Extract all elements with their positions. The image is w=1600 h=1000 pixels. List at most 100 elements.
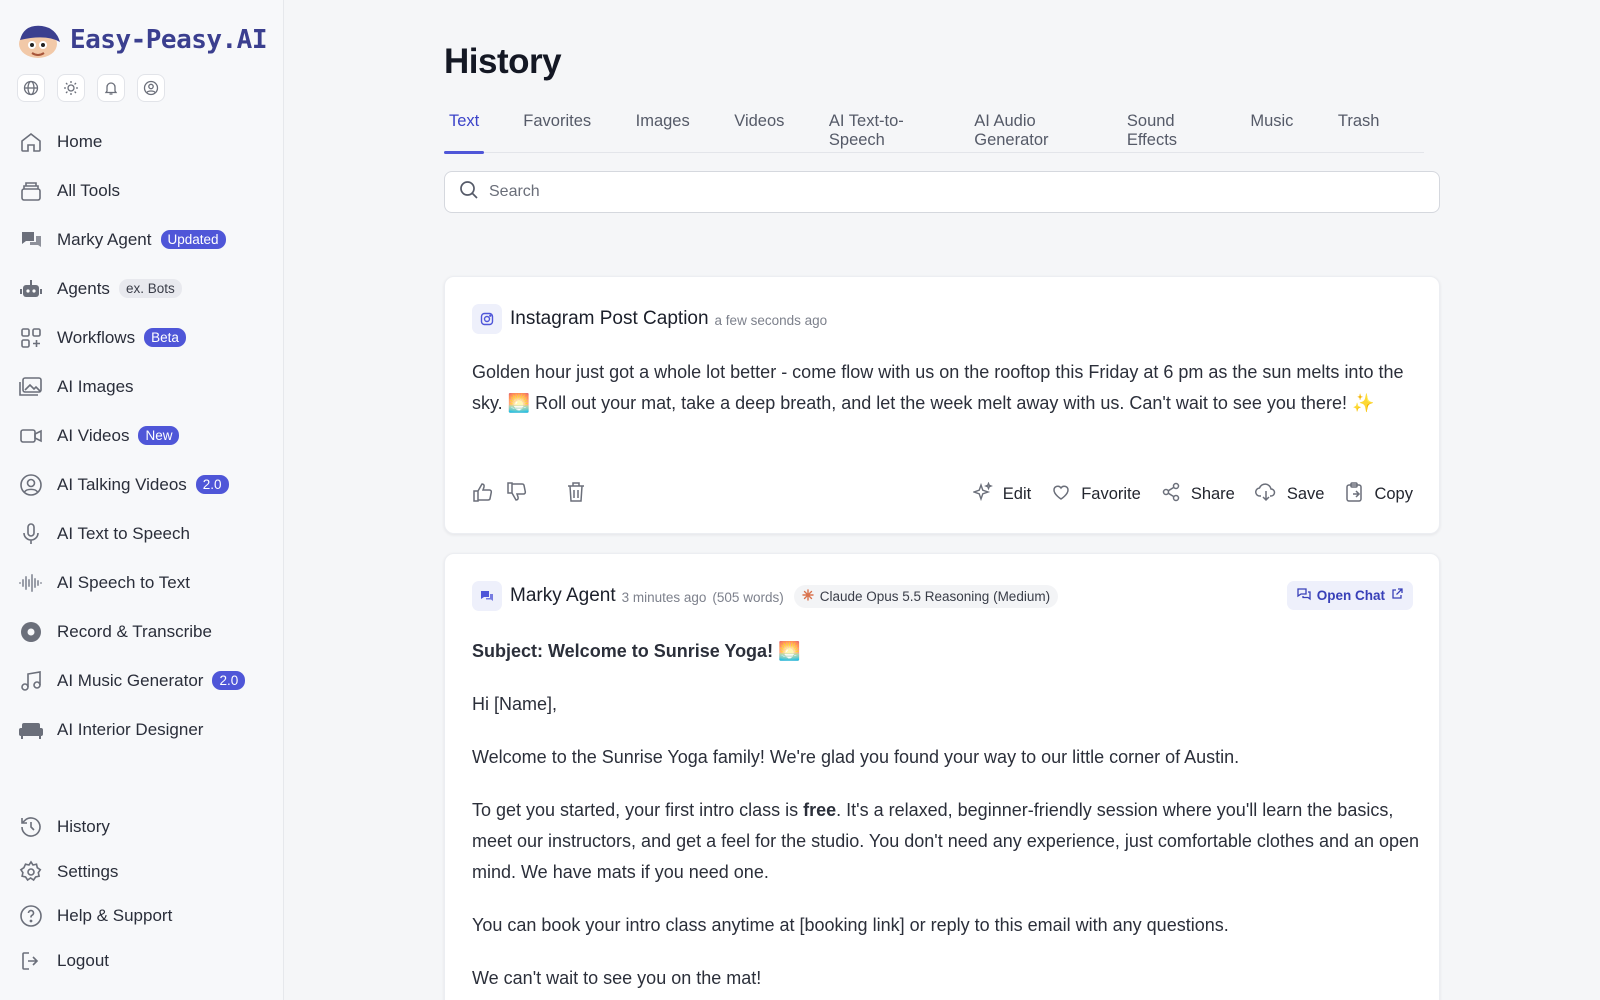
version-badge: 2.0 [212,671,246,690]
favorite-label: Favorite [1081,485,1141,503]
quick-icons [17,74,165,102]
history-card: Instagram Post Caption a few seconds ago… [444,276,1440,534]
sidebar-item-help[interactable]: Help & Support [18,894,268,939]
share-label: Share [1190,485,1235,503]
sidebar-item-ai-speech-to-text[interactable]: AI Speech to Text [18,558,268,607]
new-badge: New [138,426,180,445]
copy-label: Copy [1374,485,1413,503]
sidebar-item-label: AI Talking Videos [57,474,187,494]
sidebar-item-label: AI Speech to Text [57,572,190,592]
sun-icon[interactable] [57,74,85,102]
search-bar [444,171,1440,213]
brand-name: Easy-Peasy.AI [70,25,268,55]
main-content: History Text Favorites Images Videos AI … [284,0,1600,1000]
tool-name[interactable]: Marky Agent [510,585,616,607]
timestamp: 3 minutes ago [621,590,707,605]
sidebar-item-ai-music-generator[interactable]: AI Music Generator 2.0 [18,656,268,705]
sidebar-item-label: Help & Support [57,906,173,926]
sidebar-item-all-tools[interactable]: All Tools [18,166,268,215]
share-icon [1161,482,1181,507]
tab-favorites[interactable]: Favorites [523,100,591,153]
sofa-icon [18,717,44,743]
chat-icon [472,581,502,611]
sidebar-item-history[interactable]: History [18,805,268,850]
sidebar: Easy-Peasy.AI Home All Tools Marky Agent… [0,0,284,1000]
tab-music[interactable]: Music [1250,100,1293,153]
sidebar-item-label: All Tools [57,180,120,200]
email-text: To get you started, your first intro cla… [472,800,804,820]
tab-videos[interactable]: Videos [734,100,784,153]
tab-text[interactable]: Text [444,100,485,154]
email-paragraph: Welcome to the Sunrise Yoga family! We'r… [472,747,1240,767]
instagram-icon [472,304,502,334]
robot-icon [18,276,44,302]
claude-logo-icon [802,588,814,604]
sidebar-item-label: AI Interior Designer [57,719,204,739]
user-circle-icon[interactable] [137,74,165,102]
video-icon [18,423,44,449]
tab-ai-text-to-speech[interactable]: AI Text-to-Speech [829,100,930,153]
sidebar-item-ai-interior-designer[interactable]: AI Interior Designer [18,705,268,754]
sidebar-item-logout[interactable]: Logout [18,939,268,984]
tab-trash[interactable]: Trash [1338,100,1380,153]
updated-badge: Updated [160,230,226,249]
email-paragraph: You can book your intro class anytime at… [472,915,1229,935]
sidebar-item-agents[interactable]: Agents ex. Bots [18,264,268,313]
save-button[interactable]: Save [1254,482,1324,507]
sidebar-item-ai-talking-videos[interactable]: AI Talking Videos 2.0 [18,460,268,509]
tab-ai-audio-generator[interactable]: AI Audio Generator [974,100,1082,153]
sidebar-item-ai-images[interactable]: AI Images [18,362,268,411]
open-chat-button[interactable]: Open Chat [1286,581,1413,610]
gear-icon [18,859,44,885]
sidebar-item-ai-text-to-speech[interactable]: AI Text to Speech [18,509,268,558]
favorite-button[interactable]: Favorite [1051,482,1141,507]
sidebar-item-label: Marky Agent [57,229,152,249]
cloud-download-icon [1254,482,1277,507]
chat-icon [18,227,44,253]
sidebar-item-home[interactable]: Home [18,117,268,166]
bots-badge: ex. Bots [118,279,182,298]
home-icon [18,129,44,155]
search-input[interactable] [489,183,1389,201]
waveform-icon [18,570,44,596]
sidebar-item-label: AI Videos [57,425,130,445]
timestamp: a few seconds ago [714,313,828,328]
bell-icon[interactable] [97,74,125,102]
sidebar-item-workflows[interactable]: Workflows Beta [18,313,268,362]
sidebar-item-label: AI Music Generator [57,670,204,690]
share-button[interactable]: Share [1161,482,1235,507]
edit-button[interactable]: Edit [971,481,1031,507]
mascot-logo-icon [16,20,62,60]
thumbs-up-icon[interactable] [472,481,494,508]
globe-icon[interactable] [17,74,45,102]
sidebar-item-record-transcribe[interactable]: Record & Transcribe [18,607,268,656]
brand-logo[interactable]: Easy-Peasy.AI [16,20,268,60]
history-tabs: Text Favorites Images Videos AI Text-to-… [444,100,1424,154]
trash-icon[interactable] [566,481,586,508]
sidebar-bottom-nav: History Settings Help & Support Logout [18,805,268,983]
copy-button[interactable]: Copy [1344,481,1413,508]
help-icon [18,903,44,929]
sidebar-item-ai-videos[interactable]: AI Videos New [18,411,268,460]
generated-email: Subject: Welcome to Sunrise Yoga! 🌅 Hi [… [472,636,1422,1000]
sidebar-item-label: Workflows [57,327,136,347]
card-header: Marky Agent 3 minutes ago (505 words) Cl… [472,581,1059,611]
clipboard-icon [1344,481,1364,508]
sidebar-item-label: History [57,817,110,837]
logout-icon [18,948,44,974]
card-actions: Edit Favorite Share Save Copy [971,481,1413,508]
email-bold-text: free [803,800,837,820]
tab-sound-effects[interactable]: Sound Effects [1127,100,1206,153]
thumbs-down-icon[interactable] [506,481,528,508]
sidebar-item-settings[interactable]: Settings [18,850,268,895]
images-icon [18,374,44,400]
word-count: (505 words) [712,590,784,605]
tool-name[interactable]: Instagram Post Caption [510,308,709,330]
heart-icon [1051,482,1071,507]
tab-images[interactable]: Images [636,100,690,153]
talking-icon [18,472,44,498]
generated-text: Golden hour just got a whole lot better … [472,362,1404,413]
sidebar-item-label: Logout [57,950,109,970]
sidebar-item-marky-agent[interactable]: Marky Agent Updated [18,215,268,264]
email-paragraph: We can't wait to see you on the mat! [472,968,762,988]
